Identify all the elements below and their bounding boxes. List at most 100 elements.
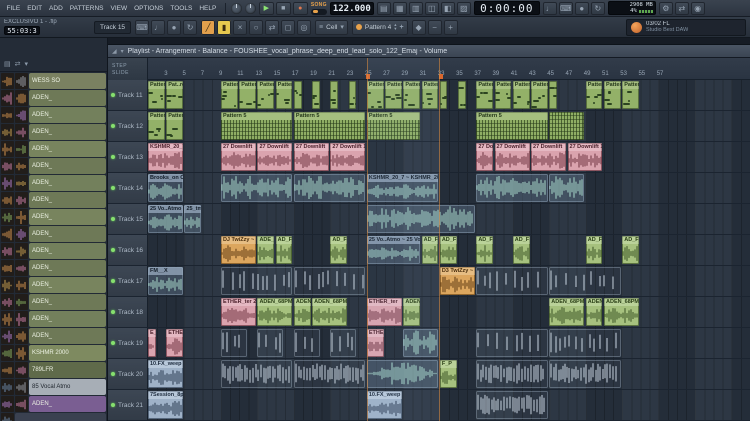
menu-tools[interactable]: TOOLS: [167, 5, 196, 12]
track-lane[interactable]: Brooks_on C ~ Brod_C KSHMR_20_7 ~ KSHMR_2…: [148, 173, 750, 203]
channel-button[interactable]: ADEN_: [29, 209, 106, 225]
clip-thumbnail[interactable]: [1, 328, 14, 344]
clip-pat-re-5[interactable]: Pat..re 5: [166, 81, 183, 109]
track-header[interactable]: Track 16: [108, 235, 148, 265]
clip-midi[interactable]: [312, 81, 320, 109]
clip-ad-f[interactable]: AD_F: [585, 236, 603, 264]
clip-aden-m-2[interactable]: ADEN_M #2: [585, 298, 603, 326]
loop-record-icon[interactable]: ↻: [590, 1, 605, 15]
clip-thumbnail[interactable]: [15, 73, 28, 89]
clip-aden-m-2[interactable]: ADEN_M #2: [293, 298, 311, 326]
clip-pattern-4[interactable]: Pattern 4: [421, 81, 439, 109]
track-mute-led[interactable]: [111, 217, 115, 221]
channel-button[interactable]: ADEN_: [29, 277, 106, 293]
play-button[interactable]: ▶: [258, 1, 274, 15]
metronome-icon[interactable]: ♩: [151, 19, 166, 35]
clip-thumbnail[interactable]: [15, 192, 28, 208]
channel-button[interactable]: ADEN_: [29, 175, 106, 191]
clip-thumbnail[interactable]: [15, 158, 28, 174]
clip-27-downlift[interactable]: 27 Downlift: [220, 143, 256, 171]
clip-wave[interactable]: [549, 174, 585, 202]
clip-thumbnail[interactable]: [15, 141, 28, 157]
clip-midi[interactable]: [458, 81, 466, 109]
track-lane[interactable]: FM__X D3 TwiZzy ~ Upfilter 1: [148, 266, 750, 296]
clip-10-fx-weep[interactable]: 10.FX_weep: [148, 360, 183, 388]
track-lane[interactable]: KSHMR_20_7 ~ KSH_0_727 Downlift27 Downli…: [148, 142, 750, 172]
track-lane[interactable]: ETHER_ter 2ADEN_68PMADEN_M #2ADEN_68PMET…: [148, 297, 750, 327]
clip-27-downlift[interactable]: 27 Downlift: [531, 143, 566, 171]
clip-27-downlift-1-1-[interactable]: 27 Downlift 1 (1): [567, 143, 603, 171]
pattern-selector[interactable]: Pattern 4 ▴ ▾ +: [351, 19, 408, 35]
channel-button[interactable]: 85 Vocal Atmo: [29, 379, 106, 395]
clip-aden-m[interactable]: ADEN_M: [403, 298, 421, 326]
clip-midi[interactable]: [439, 81, 448, 109]
zoom-in-icon[interactable]: +: [443, 19, 458, 35]
clip-barsd[interactable]: [220, 360, 293, 388]
channel-button[interactable]: ADEN_: [29, 124, 106, 140]
clip-27-downlift[interactable]: 27 Downlift: [494, 143, 530, 171]
filter-icon[interactable]: ▾: [25, 60, 29, 68]
clip-thumbnail[interactable]: [1, 379, 14, 395]
clip-midi[interactable]: [330, 81, 338, 109]
clip-thumbnail[interactable]: [1, 345, 14, 361]
clip-bars[interactable]: [293, 329, 320, 357]
clip-aden-68pm[interactable]: ADEN_68PM: [312, 298, 348, 326]
clip-7session-8plier[interactable]: 7Session_8plier: [148, 391, 183, 419]
clip-ad-f[interactable]: AD_F: [512, 236, 530, 264]
piano-roll-icon[interactable]: ▦: [392, 1, 407, 15]
clip-wave[interactable]: [476, 174, 548, 202]
clip-pattern-4[interactable]: Pattern 4: [385, 81, 402, 109]
record-button[interactable]: ●: [292, 1, 308, 15]
clip-pattern-5[interactable]: Pattern 5: [148, 81, 165, 109]
pencil-tool-icon[interactable]: ╱: [201, 19, 216, 35]
track-mute-led[interactable]: [111, 248, 115, 252]
snap-selector[interactable]: ≡ Cell ▾: [315, 19, 348, 35]
track-mute-led[interactable]: [111, 403, 115, 407]
clip-thumbnail[interactable]: [15, 175, 28, 191]
clip-thumbnail[interactable]: [1, 90, 14, 106]
step-edit-icon[interactable]: ●: [167, 19, 182, 35]
time-display[interactable]: 0:00:00: [473, 1, 540, 15]
clip-thumbnail[interactable]: [1, 294, 14, 310]
clip-27-downlift[interactable]: 27 Downlift: [293, 143, 329, 171]
clip-thumbnail[interactable]: [1, 277, 14, 293]
main-volume-knob[interactable]: [230, 2, 242, 14]
track-mute-led[interactable]: [111, 155, 115, 159]
song-pat-switch[interactable]: [310, 8, 327, 15]
clip-27-downlift-1-1-[interactable]: 27 Downlift 1 (1): [330, 143, 366, 171]
clip-ad-f[interactable]: AD_F: [275, 236, 293, 264]
menu-add[interactable]: ADD: [46, 5, 67, 12]
clip-pattern-4[interactable]: Pattern 4: [239, 81, 256, 109]
clip-bars[interactable]: [330, 329, 357, 357]
slide-label[interactable]: SLIDE: [112, 70, 147, 76]
clip-barsd[interactable]: [476, 391, 548, 419]
mixer-icon[interactable]: ◫: [424, 1, 439, 15]
clip-thumbnail[interactable]: [1, 73, 14, 89]
channel-button[interactable]: KSHMR 2000: [29, 345, 106, 361]
clip-thumbnail[interactable]: [1, 192, 14, 208]
clip-brooks-on-c-brod-c[interactable]: Brooks_on C ~ Brod_C: [148, 174, 183, 202]
track-lane[interactable]: 7Session_8plier 10.FX_weep: [148, 390, 750, 420]
clip-thumbnail[interactable]: [15, 328, 28, 344]
clip-pattern-5[interactable]: Pattern 5: [476, 81, 494, 109]
clip-thumbnail[interactable]: [1, 124, 14, 140]
clip-thumbnail[interactable]: [1, 311, 14, 327]
clip-pattern-5[interactable]: Pattern 5: [220, 81, 238, 109]
clip-ethe-ter-10[interactable]: ETHE_ter 10: [166, 329, 183, 357]
clip-thumbnail[interactable]: [15, 311, 28, 327]
clip-d3-twizzy-upfilter-1[interactable]: D3 TwiZzy ~ Upfilter 1: [439, 267, 475, 295]
metronome-icon[interactable]: ♩: [542, 1, 557, 15]
clip-barsd[interactable]: [549, 360, 621, 388]
clip-10-fx-weep[interactable]: 10.FX_weep: [366, 391, 402, 419]
clip-thumbnail[interactable]: [1, 260, 14, 276]
clip-kshmr-20-7-ksh-0-7[interactable]: KSHMR_20_7 ~ KSH_0_7: [148, 143, 183, 171]
menu-edit[interactable]: EDIT: [24, 5, 46, 12]
track-header[interactable]: Track 21: [108, 390, 148, 420]
picker-panel-icon[interactable]: ▤: [4, 60, 11, 68]
step-label[interactable]: STEP: [112, 63, 147, 69]
clip-bars[interactable]: [220, 329, 247, 357]
zoom-out-icon[interactable]: −: [427, 19, 442, 35]
track-mute-led[interactable]: [111, 186, 115, 190]
track-header[interactable]: Track 15: [108, 204, 148, 234]
track-mute-led[interactable]: [111, 124, 115, 128]
